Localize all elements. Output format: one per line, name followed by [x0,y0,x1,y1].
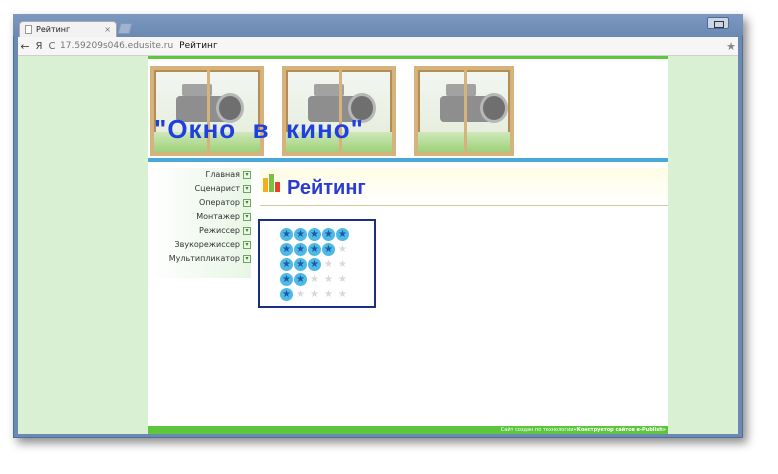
rating-row: ★ ★ ★ ★ ★ [280,228,349,242]
menu-item-label: Мультипликатор [168,254,240,263]
expand-icon[interactable]: ▾ [243,170,251,179]
empty-star-icon: ★ [310,273,319,285]
expand-icon[interactable]: ▾ [243,254,251,263]
empty-star-icon: ★ [296,288,305,300]
menu-item-label: Режиссер [199,226,240,235]
camera-lens [480,93,508,123]
menu-item[interactable]: Сценарист ▾ [195,182,251,195]
filled-star-icon: ★ [308,243,321,256]
menu-item[interactable]: Звукорежиссер ▾ [174,238,251,251]
url-page-title: Рейтинг [179,41,218,51]
site-title: "Окно в кино" [154,114,364,144]
expand-icon[interactable]: ▾ [243,184,251,193]
header-banner: "Окно в кино" [150,66,670,160]
yandex-button[interactable]: Я [32,41,46,52]
bar-chart-icon [263,174,281,192]
footer-link[interactable]: «Конструктор сайтов e-Publish» [574,427,667,433]
menu-item[interactable]: Монтажер ▾ [196,210,251,223]
filled-star-icon: ★ [308,228,321,241]
restore-window-button[interactable] [707,17,729,29]
menu-item-label: Оператор [198,198,240,207]
banner-divider [148,158,668,162]
footer-text: Сайт создан по технологии [500,427,574,433]
empty-star-icon: ★ [310,288,319,300]
back-arrow-icon[interactable]: ← [18,40,32,53]
expand-icon[interactable]: ▾ [243,240,251,249]
menu-item-label: Главная [205,170,240,179]
navigation-bar: ← Я C 17.59209s046.edusite.ru Рейтинг ★ [18,37,738,56]
menu-item-label: Звукорежиссер [174,240,240,249]
empty-star-icon: ★ [338,288,347,300]
filled-star-icon: ★ [280,243,293,256]
window-mullion [464,70,467,152]
empty-star-icon: ★ [338,258,347,270]
menu-item-label: Сценарист [194,184,240,193]
menu-item[interactable]: Оператор ▾ [199,196,251,209]
filled-star-icon: ★ [322,243,335,256]
filled-star-icon: ★ [336,228,349,241]
expand-icon[interactable]: ▾ [243,198,251,207]
menu-item-label: Монтажер [196,212,240,221]
menu-item[interactable]: Мультипликатор ▾ [169,252,251,265]
filled-star-icon: ★ [294,273,307,286]
page-title: Рейтинг [287,177,366,199]
side-menu: Главная ▾ Сценарист ▾ Оператор ▾ Монтажер ▾ Режи… [148,168,251,278]
rating-box: ★ ★ ★ ★ ★ ★ ★ ★ ★ ★ ★ ★ ★ ★ ★ ★ ★ ★ ★ ★ ★ ★ ★ ★ ★ [258,219,376,308]
filled-star-icon: ★ [294,228,307,241]
document-icon [25,25,32,34]
filled-star-icon: ★ [280,258,293,271]
filled-star-icon: ★ [280,273,293,286]
rating-row: ★ ★ ★ ★ ★ [280,243,349,257]
rating-row: ★ ★ ★ ★ ★ [280,273,349,287]
bookmark-star-icon[interactable]: ★ [726,40,736,53]
reload-icon[interactable]: C [46,41,58,52]
camera-top [446,84,476,96]
top-green-bar [148,56,668,59]
empty-star-icon: ★ [338,273,347,285]
filled-star-icon: ★ [308,258,321,271]
tab-title: Рейтинг [36,25,71,34]
menu-item[interactable]: Главная ▾ [205,168,251,181]
footer: Сайт создан по технологии «Конструктор с… [148,426,668,434]
url-text: 17.59209s046.edusite.ru [60,41,174,51]
tab-rating[interactable]: Рейтинг × [19,21,117,37]
empty-star-icon: ★ [324,273,333,285]
filled-star-icon: ★ [322,228,335,241]
empty-star-icon: ★ [338,243,347,255]
site-page: "Окно в кино" Главная ▾ Сценарист ▾ Оператор… [148,56,668,434]
content-header: Рейтинг [260,168,668,206]
camera-window-image [414,66,514,156]
empty-star-icon: ★ [324,258,333,270]
expand-icon[interactable]: ▾ [243,212,251,221]
filled-star-icon: ★ [294,243,307,256]
rating-row: ★ ★ ★ ★ ★ [280,258,349,272]
expand-icon[interactable]: ▾ [243,226,251,235]
empty-star-icon: ★ [324,288,333,300]
filled-star-icon: ★ [280,228,293,241]
filled-star-icon: ★ [280,288,293,301]
rating-row: ★ ★ ★ ★ ★ [280,288,349,302]
page-viewport: "Окно в кино" Главная ▾ Сценарист ▾ Оператор… [18,56,738,434]
tab-close-icon[interactable]: × [104,25,111,34]
filled-star-icon: ★ [294,258,307,271]
menu-item[interactable]: Режиссер ▾ [199,224,251,237]
address-bar[interactable]: 17.59209s046.edusite.ru Рейтинг [60,41,218,51]
